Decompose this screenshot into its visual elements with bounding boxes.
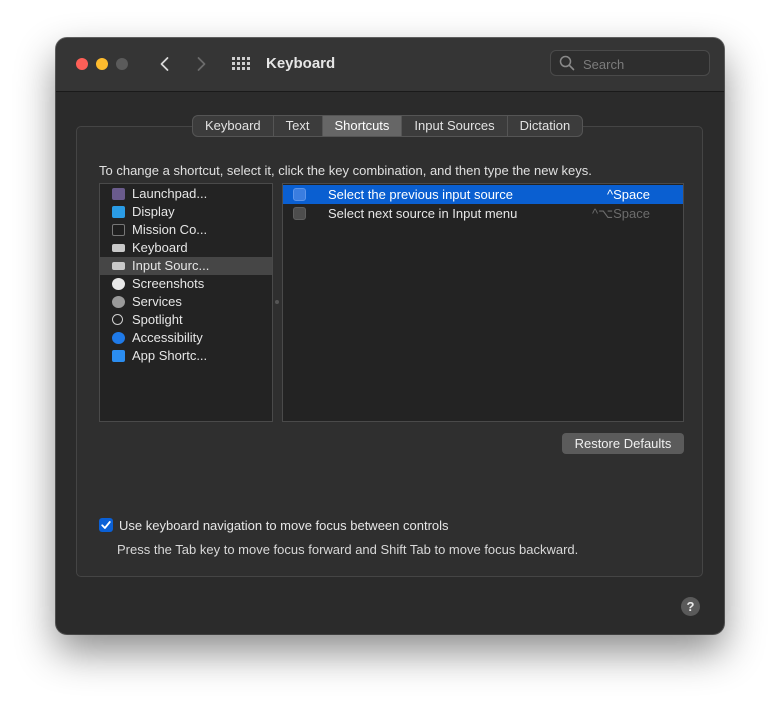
category-launchpad[interactable]: Launchpad...	[100, 185, 272, 203]
keyboard-navigation-checkbox[interactable]	[99, 518, 113, 532]
titlebar: Keyboard	[56, 38, 724, 92]
split-view-handle[interactable]	[275, 300, 279, 304]
shortcut-checkbox[interactable]	[293, 207, 306, 220]
restore-defaults-button[interactable]: Restore Defaults	[562, 433, 684, 454]
keyboard-navigation-label[interactable]: Use keyboard navigation to move focus be…	[119, 518, 449, 533]
shortcut-row-next-source[interactable]: Select next source in Input menu ^⌥Space	[283, 204, 683, 223]
category-label: Services	[132, 294, 182, 309]
app-store-icon	[112, 350, 125, 362]
display-icon	[112, 206, 125, 218]
close-window-button[interactable]	[76, 58, 88, 70]
checkmark-icon	[101, 521, 111, 529]
search-input[interactable]	[581, 54, 705, 74]
category-screenshots[interactable]: Screenshots	[100, 275, 272, 293]
spotlight-icon	[112, 314, 123, 325]
keyboard-icon	[112, 244, 125, 252]
tab-bar: Keyboard Text Shortcuts Input Sources Di…	[192, 115, 584, 137]
category-label: Launchpad...	[132, 186, 208, 201]
category-label: Screenshots	[132, 276, 205, 291]
shortcut-row-previous-source[interactable]: Select the previous input source ^Space	[283, 185, 683, 204]
category-label: Mission Co...	[132, 222, 208, 237]
category-label: Accessibility	[132, 330, 203, 345]
input-sources-icon	[112, 262, 125, 270]
instructions-text: To change a shortcut, select it, click t…	[99, 163, 592, 178]
tab-text[interactable]: Text	[274, 116, 323, 136]
tab-keyboard[interactable]: Keyboard	[193, 116, 274, 136]
tab-input-sources[interactable]: Input Sources	[402, 116, 508, 136]
shortcut-category-list[interactable]: Launchpad... Display Mission Co... Keybo…	[99, 183, 273, 422]
chevron-left-icon	[160, 57, 169, 71]
category-label: App Shortc...	[132, 348, 208, 363]
shortcut-keys[interactable]: ^Space	[607, 185, 650, 204]
category-label: Keyboard	[132, 240, 188, 255]
category-app-shortcuts[interactable]: App Shortc...	[100, 347, 272, 365]
keyboard-navigation-help: Press the Tab key to move focus forward …	[117, 542, 579, 557]
shortcut-keys[interactable]: ^⌥Space	[592, 204, 650, 223]
shortcut-checkbox[interactable]	[293, 188, 306, 201]
minimize-window-button[interactable]	[96, 58, 108, 70]
category-spotlight[interactable]: Spotlight	[100, 311, 272, 329]
tab-dictation[interactable]: Dictation	[508, 116, 583, 136]
tab-shortcuts[interactable]: Shortcuts	[322, 116, 403, 136]
shortcut-list[interactable]: Select the previous input source ^Space …	[282, 183, 684, 422]
category-mission-control[interactable]: Mission Co...	[100, 221, 272, 239]
category-services[interactable]: Services	[100, 293, 272, 311]
launchpad-icon	[112, 188, 125, 200]
preferences-window: Keyboard Keyboard Text Shortcuts Input S…	[56, 38, 724, 634]
screenshot-icon	[112, 278, 125, 290]
shortcut-name: Select next source in Input menu	[328, 206, 518, 221]
gear-icon	[112, 296, 125, 308]
forward-button[interactable]	[191, 54, 211, 74]
search-field[interactable]	[550, 50, 710, 76]
category-display[interactable]: Display	[100, 203, 272, 221]
category-accessibility[interactable]: Accessibility	[100, 329, 272, 347]
category-label: Spotlight	[132, 312, 183, 327]
search-icon	[559, 55, 575, 71]
shortcut-name: Select the previous input source	[328, 187, 513, 202]
show-all-button[interactable]	[232, 56, 250, 74]
accessibility-icon	[112, 332, 125, 344]
window-title: Keyboard	[266, 55, 336, 72]
category-label: Input Sourc...	[132, 258, 210, 273]
help-button[interactable]: ?	[681, 597, 700, 616]
back-button[interactable]	[155, 54, 175, 74]
zoom-window-button[interactable]	[116, 58, 128, 70]
category-input-sources[interactable]: Input Sourc...	[100, 257, 272, 275]
category-label: Display	[132, 204, 175, 219]
mission-control-icon	[112, 224, 125, 236]
category-keyboard[interactable]: Keyboard	[100, 239, 272, 257]
grid-icon	[232, 57, 250, 70]
chevron-right-icon	[197, 57, 206, 71]
